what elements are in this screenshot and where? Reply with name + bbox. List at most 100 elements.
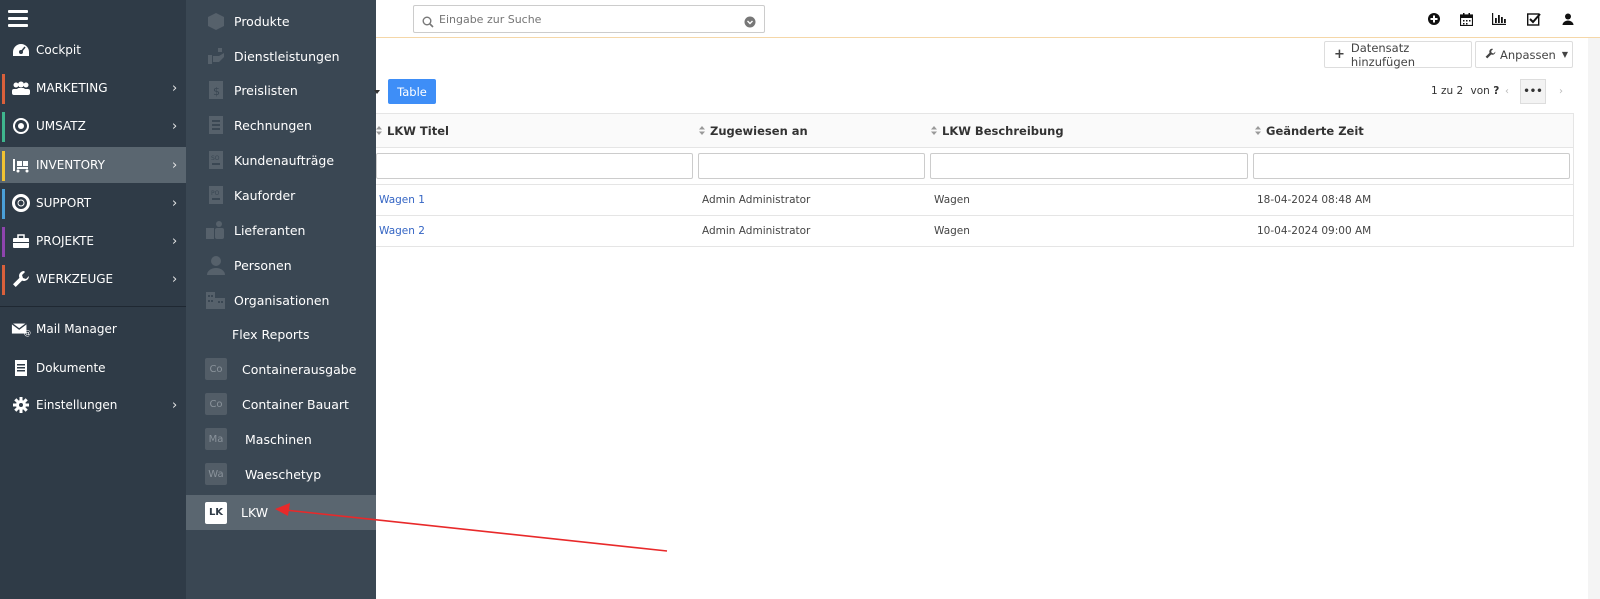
filter-input-lkw-titel[interactable] (376, 153, 693, 179)
search-icon (422, 13, 434, 32)
dashboard-icon (11, 40, 31, 60)
submenu-item-lieferanten[interactable]: Lieferanten (186, 213, 376, 247)
column-header-lkw-beschreibung[interactable]: LKW Beschreibung (931, 124, 1064, 138)
column-header-lkw-titel[interactable]: LKW Titel (376, 124, 449, 138)
global-search (413, 5, 765, 33)
main-sidebar: Cockpit MARKETING › UMSATZ › INVENTORY ›… (0, 0, 186, 599)
vendor-icon (205, 219, 227, 241)
sidebar-item-label: SUPPORT (36, 196, 92, 210)
more-pages-button[interactable]: ••• (1520, 79, 1546, 104)
wrench-icon (1485, 48, 1496, 62)
customize-button[interactable]: Anpassen ▼ (1475, 41, 1573, 68)
submenu-item-kauforder[interactable]: PO Kauforder (186, 178, 376, 212)
salesorder-icon: SO (205, 149, 227, 171)
submenu-item-maschinen[interactable]: Ma Maschinen (186, 422, 376, 456)
add-record-button[interactable]: + Datensatz hinzufügen (1324, 41, 1472, 69)
record-link[interactable]: Wagen 1 (379, 194, 425, 206)
submenu-item-preislisten[interactable]: $ Preislisten (186, 73, 376, 107)
sort-icon (376, 124, 382, 138)
record-link[interactable]: Wagen 2 (379, 225, 425, 237)
sidebar-item-label: Einstellungen (36, 398, 118, 412)
sort-icon (931, 124, 937, 138)
sidebar-item-umsatz[interactable]: UMSATZ › (0, 108, 186, 144)
submenu-item-organisationen[interactable]: Organisationen (186, 283, 376, 317)
column-header-zugewiesen-an[interactable]: Zugewiesen an (699, 124, 808, 138)
page-scrollbar[interactable] (1588, 38, 1600, 599)
sidebar-item-label: WERKZEUGE (36, 272, 114, 286)
sidebar-item-label: Dokumente (36, 361, 106, 375)
sidebar-item-label: PROJEKTE (36, 234, 94, 248)
pagination-info: 1 zu 2 von ? (1431, 85, 1500, 97)
hand-icon (205, 45, 227, 67)
submenu-item-flex-reports[interactable]: Flex Reports (186, 317, 376, 351)
submenu-item-containerausgabe[interactable]: Co Containerausgabe (186, 352, 376, 386)
sidebar-item-projekte[interactable]: PROJEKTE › (0, 223, 186, 259)
briefcase-icon (11, 231, 31, 251)
module-abbr-tile: Ma (205, 428, 227, 450)
sidebar-item-support[interactable]: SUPPORT › (0, 185, 186, 221)
sidebar-item-werkzeuge[interactable]: WERKZEUGE › (0, 261, 186, 297)
column-header-geaenderte-zeit[interactable]: Geänderte Zeit (1255, 124, 1364, 138)
prev-page-icon[interactable]: ‹ (1494, 79, 1520, 104)
chevron-right-icon: › (172, 80, 178, 96)
svg-text:PO: PO (211, 190, 220, 197)
box-icon (205, 10, 227, 32)
invoice-icon (205, 114, 227, 136)
table-view-button[interactable]: Table (388, 79, 436, 104)
next-page-icon[interactable]: › (1548, 79, 1574, 104)
submenu-item-produkte[interactable]: Produkte (186, 4, 376, 38)
document-icon (11, 358, 31, 378)
submenu-item-waeschetyp[interactable]: Wa Waeschetyp (186, 457, 376, 491)
plus-icon: + (1334, 47, 1345, 62)
wrench-icon (11, 269, 31, 289)
gear-icon (11, 395, 31, 415)
submenu-item-lkw[interactable]: LK LKW (186, 495, 376, 530)
sidebar-item-label: INVENTORY (36, 158, 105, 172)
sidebar-item-label: Cockpit (36, 43, 81, 57)
sort-icon (1255, 124, 1261, 138)
building-icon (205, 289, 227, 311)
search-input[interactable] (439, 10, 739, 28)
user-profile-icon[interactable] (1560, 11, 1576, 27)
svg-text:SO: SO (211, 155, 220, 162)
module-abbr-tile: Wa (205, 463, 227, 485)
lifebuoy-icon (11, 193, 31, 213)
tasks-checkbox-icon[interactable] (1526, 11, 1542, 27)
filter-input-lkw-beschreibung[interactable] (930, 153, 1248, 179)
sidebar-item-dokumente[interactable]: Dokumente (0, 350, 186, 386)
mail-icon: @ (11, 319, 31, 339)
quick-create-icon[interactable] (1426, 11, 1442, 27)
svg-text:@: @ (24, 328, 31, 337)
calendar-icon[interactable] (1458, 11, 1474, 27)
search-options-dropdown-icon[interactable] (744, 13, 756, 32)
chevron-right-icon: › (172, 271, 178, 287)
sidebar-item-label: UMSATZ (36, 119, 86, 133)
submenu-item-dienstleistungen[interactable]: Dienstleistungen (186, 39, 376, 73)
sidebar-divider (0, 306, 186, 307)
users-icon (11, 78, 31, 98)
sidebar-item-mail-manager[interactable]: @ Mail Manager (0, 311, 186, 347)
filter-input-geaenderte-zeit[interactable] (1253, 153, 1570, 179)
reports-chart-icon[interactable] (1491, 11, 1507, 27)
pricelist-icon: $ (205, 79, 227, 101)
table-border (1573, 113, 1574, 247)
hamburger-menu-icon[interactable] (8, 10, 28, 27)
table-row[interactable]: Wagen 1 Admin Administrator Wagen 18-04-… (376, 184, 1574, 216)
module-abbr-tile: Co (205, 393, 227, 415)
module-abbr-tile: Co (205, 358, 227, 380)
table-row[interactable]: Wagen 2 Admin Administrator Wagen 10-04-… (376, 215, 1574, 247)
submenu-item-personen[interactable]: Personen (186, 248, 376, 282)
submenu-item-rechnungen[interactable]: Rechnungen (186, 108, 376, 142)
submenu-item-container-bauart[interactable]: Co Container Bauart (186, 387, 376, 421)
person-icon (205, 254, 227, 276)
sidebar-item-einstellungen[interactable]: Einstellungen › (0, 387, 186, 423)
sidebar-item-inventory[interactable]: INVENTORY › (0, 147, 186, 183)
sidebar-item-cockpit[interactable]: Cockpit (0, 32, 186, 68)
filter-row (376, 148, 1574, 184)
top-header (376, 0, 1600, 38)
submenu-item-kundenauftraege[interactable]: SO Kundenaufträge (186, 143, 376, 177)
filter-input-zugewiesen-an[interactable] (698, 153, 925, 179)
svg-text:$: $ (213, 85, 220, 98)
sidebar-item-marketing[interactable]: MARKETING › (0, 70, 186, 106)
view-selector-caret-icon[interactable] (374, 90, 380, 94)
